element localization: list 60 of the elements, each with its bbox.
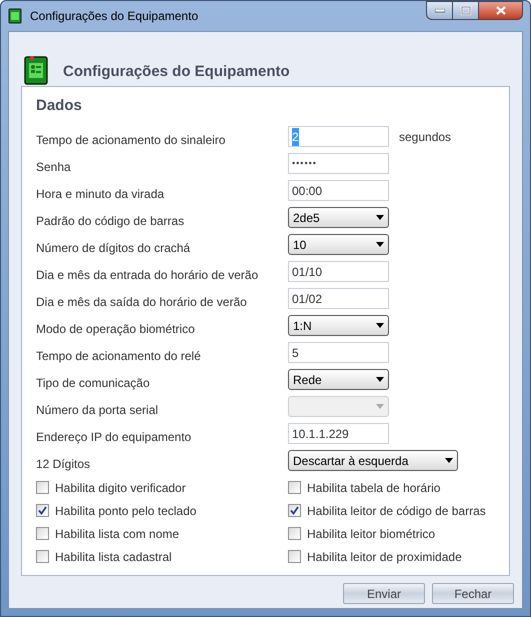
dropdown[interactable]: 1:N (288, 315, 389, 336)
field-label: Tempo de acionamento do sinaleiro (36, 132, 226, 148)
field-label: Dia e mês da entrada do horário de verão (36, 266, 260, 284)
minimize-button[interactable] (426, 1, 453, 20)
dropdown-arrow-icon (376, 323, 384, 328)
checkbox[interactable] (36, 481, 49, 494)
dialog-button[interactable]: Enviar (343, 583, 425, 604)
password-field[interactable]: •••••• (288, 153, 389, 174)
checkbox[interactable] (36, 527, 49, 540)
field-label: Hora e minuto da virada (36, 186, 166, 202)
field-label: Dia e mês da saída do horário de verão (36, 294, 248, 310)
unit-label: segundos (399, 128, 452, 146)
checkbox-label: Habilita ponto pelo teclado (55, 502, 196, 520)
dropdown[interactable]: 10 (288, 234, 389, 255)
checkbox[interactable] (36, 550, 49, 563)
checkbox[interactable] (288, 550, 301, 563)
maximize-icon (460, 6, 470, 15)
checkbox-label: Habilita lista com nome (55, 526, 180, 542)
dialog-heading: Configurações do Equipamento (63, 62, 290, 82)
dropdown-arrow-icon (376, 242, 384, 247)
checkbox[interactable] (288, 504, 301, 517)
field-label: Modo de operação biométrico (36, 320, 196, 338)
checkbox-label: Habilita lista cadastral (55, 548, 172, 566)
field-label: 12 Dígitos (36, 456, 92, 472)
checkbox-label: Habilita leitor de código de barras (307, 502, 486, 520)
field-label: Padrão do código de barras (36, 212, 186, 230)
checkbox-label: Habilita leitor biométrico (307, 526, 436, 542)
field-label: Tipo de comunicação (36, 374, 151, 392)
field-label: Endereço IP do equipamento (36, 428, 192, 446)
close-icon (496, 6, 506, 15)
device-icon (23, 55, 49, 85)
field-label: Número da porta serial (36, 402, 160, 418)
field-label: Senha (36, 158, 72, 176)
input-field[interactable]: 01/02 (288, 288, 389, 309)
dropdown[interactable]: 2de5 (288, 207, 389, 228)
input-field[interactable]: 10.1.1.229 (288, 423, 389, 444)
checkbox-label: Habilita tabela de horário (307, 480, 440, 496)
device-icon (8, 8, 22, 24)
checkbox[interactable] (288, 481, 301, 494)
panel-title: Dados (36, 96, 83, 116)
checkbox[interactable] (288, 527, 301, 540)
minimize-icon (434, 8, 444, 12)
dropdown-arrow-icon (445, 458, 453, 463)
checkbox[interactable] (36, 504, 49, 517)
maximize-button[interactable] (453, 1, 479, 20)
dialog-button[interactable]: Fechar (432, 583, 514, 604)
close-button[interactable] (479, 1, 523, 20)
field-label: Tempo de acionamento do relé (36, 348, 202, 364)
input-field[interactable]: 00:00 (288, 180, 389, 201)
checkbox-label: Habilita digito verificador (55, 480, 186, 496)
dropdown-arrow-icon (376, 404, 384, 409)
dropdown-arrow-icon (376, 377, 384, 382)
field-label: Número de dígitos do crachá (36, 240, 192, 256)
window-title: Configurações do Equipamento (30, 8, 198, 25)
input-field[interactable]: 01/10 (288, 261, 389, 282)
dropdown[interactable]: Descartar à esquerda (288, 450, 458, 471)
dropdown-arrow-icon (376, 215, 384, 220)
checkbox-label: Habilita leitor de proximidade (307, 548, 462, 566)
input-field[interactable]: 5 (288, 342, 389, 363)
dropdown[interactable]: Rede (288, 369, 389, 390)
